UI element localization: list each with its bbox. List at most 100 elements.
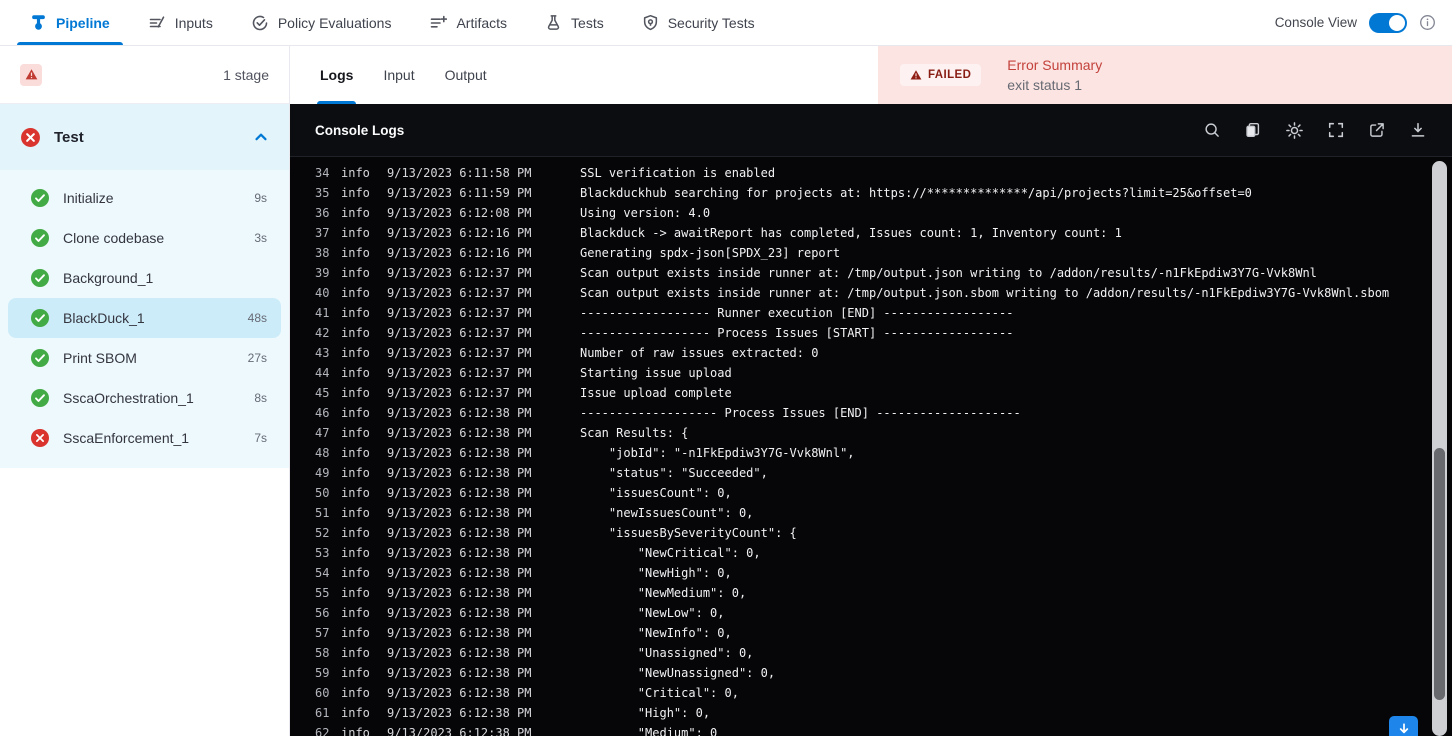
log-line: 54 info 9/13/2023 6:12:38 PM "NewHigh": 0,: [290, 563, 1452, 583]
settings-gear-icon[interactable]: [1285, 121, 1304, 140]
error-summary-title: Error Summary: [1007, 57, 1103, 73]
log-level: info: [341, 166, 370, 180]
log-message: "jobId": "-n1FkEpdiw3Y7G-Vvk8Wnl",: [580, 446, 855, 460]
log-line-number: 36: [315, 206, 330, 220]
tab-pipeline[interactable]: Pipeline: [17, 0, 123, 45]
log-timestamp: 9/13/2023 6:12:38 PM: [387, 646, 532, 660]
chevron-up-icon[interactable]: [253, 129, 269, 145]
log-line: 60 info 9/13/2023 6:12:38 PM "Critical": 0…: [290, 683, 1452, 703]
fullscreen-icon[interactable]: [1327, 121, 1345, 139]
tab-security-tests[interactable]: Security Tests: [642, 0, 755, 45]
tab-input[interactable]: Input: [383, 46, 414, 104]
tab-artifacts[interactable]: Artifacts: [429, 0, 507, 45]
log-message: ------------------ Process Issues [START…: [580, 326, 1014, 340]
stage-summary-row[interactable]: 1 stage: [0, 46, 289, 104]
log-level: info: [341, 566, 370, 580]
log-line: 38 info 9/13/2023 6:12:16 PM Generating spd…: [290, 243, 1452, 263]
log-message: Starting issue upload: [580, 366, 732, 380]
top-nav: Pipeline Inputs Policy Evaluations Artif…: [0, 0, 1452, 46]
log-line-number: 46: [315, 406, 330, 420]
log-line-number: 55: [315, 586, 330, 600]
log-level: info: [341, 426, 370, 440]
log-level: info: [341, 626, 370, 640]
log-line: 61 info 9/13/2023 6:12:38 PM "High": 0,: [290, 703, 1452, 723]
log-timestamp: 9/13/2023 6:12:37 PM: [387, 286, 532, 300]
log-timestamp: 9/13/2023 6:12:08 PM: [387, 206, 532, 220]
log-line: 59 info 9/13/2023 6:12:38 PM "NewUnassigne…: [290, 663, 1452, 683]
log-line-number: 61: [315, 706, 330, 720]
log-message: ------------------- Process Issues [END]…: [580, 406, 1021, 420]
log-line-number: 35: [315, 186, 330, 200]
log-line-number: 53: [315, 546, 330, 560]
failed-x-icon: [20, 127, 41, 148]
log-line: 57 info 9/13/2023 6:12:38 PM "NewInfo": 0,: [290, 623, 1452, 643]
log-message: Scan output exists inside runner at: /tm…: [580, 266, 1317, 280]
log-message: "NewUnassigned": 0,: [580, 666, 776, 680]
copy-icon[interactable]: [1244, 121, 1262, 139]
step-duration: 9s: [254, 191, 267, 205]
open-in-new-icon[interactable]: [1368, 121, 1386, 139]
log-level: info: [341, 246, 370, 260]
tab-logs[interactable]: Logs: [316, 46, 357, 104]
log-line-number: 41: [315, 306, 330, 320]
tab-inputs[interactable]: Inputs: [148, 0, 213, 45]
log-timestamp: 9/13/2023 6:11:58 PM: [387, 166, 532, 180]
error-summary-texts: Error Summary exit status 1: [1007, 55, 1102, 95]
log-timestamp: 9/13/2023 6:12:37 PM: [387, 366, 532, 380]
step-item-print-sbom[interactable]: Print SBOM 27s: [8, 338, 281, 378]
log-level: info: [341, 706, 370, 720]
log-line: 35 info 9/13/2023 6:11:59 PM Blackduckhub s…: [290, 183, 1452, 203]
log-message: Scan output exists inside runner at: /tm…: [580, 286, 1390, 300]
log-line-number: 48: [315, 446, 330, 460]
log-level: info: [341, 686, 370, 700]
log-line-number: 58: [315, 646, 330, 660]
step-item-background-1[interactable]: Background_1: [8, 258, 281, 298]
artifacts-icon: [429, 14, 448, 32]
log-line-number: 40: [315, 286, 330, 300]
log-level: info: [341, 406, 370, 420]
console-view-label: Console View: [1274, 15, 1357, 30]
security-tests-icon: [642, 14, 659, 31]
tab-tests[interactable]: Tests: [545, 0, 604, 45]
log-timestamp: 9/13/2023 6:12:16 PM: [387, 226, 532, 240]
log-level: info: [341, 666, 370, 680]
log-message: "NewInfo": 0,: [580, 626, 732, 640]
log-message: Number of raw issues extracted: 0: [580, 346, 819, 360]
log-line: 45 info 9/13/2023 6:12:37 PM Issue upload c…: [290, 383, 1452, 403]
console-view-toggle[interactable]: [1369, 12, 1407, 33]
log-line: 44 info 9/13/2023 6:12:37 PM Starting issue…: [290, 363, 1452, 383]
log-timestamp: 9/13/2023 6:12:16 PM: [387, 246, 532, 260]
info-icon[interactable]: [1419, 14, 1436, 31]
scroll-to-bottom-button[interactable]: [1389, 716, 1418, 736]
step-duration: 27s: [247, 351, 267, 365]
tab-output[interactable]: Output: [445, 46, 487, 104]
step-item-sscaorchestration-1[interactable]: SscaOrchestration_1 8s: [8, 378, 281, 418]
step-item-blackduck-1[interactable]: BlackDuck_1 48s: [8, 298, 281, 338]
log-level: info: [341, 726, 370, 736]
console-log-viewport: 34 info 9/13/2023 6:11:58 PM SSL verificati…: [290, 157, 1452, 736]
stage-header-test[interactable]: Test: [0, 104, 289, 170]
step-item-sscaenforcement-1[interactable]: SscaEnforcement_1 7s: [8, 418, 281, 458]
log-line-number: 49: [315, 466, 330, 480]
log-timestamp: 9/13/2023 6:12:38 PM: [387, 466, 532, 480]
log-line-number: 54: [315, 566, 330, 580]
log-scrollbar-track[interactable]: [1432, 161, 1447, 736]
tab-policy-evaluations[interactable]: Policy Evaluations: [251, 0, 391, 45]
log-level: info: [341, 266, 370, 280]
log-level: info: [341, 546, 370, 560]
log-message: "High": 0,: [580, 706, 711, 720]
log-level: info: [341, 206, 370, 220]
step-item-initialize[interactable]: Initialize 9s: [8, 178, 281, 218]
search-icon[interactable]: [1203, 121, 1221, 139]
log-scrollbar-thumb[interactable]: [1434, 448, 1445, 700]
step-label: BlackDuck_1: [63, 310, 145, 326]
log-level: info: [341, 226, 370, 240]
console-logs-title: Console Logs: [315, 122, 405, 138]
log-message: Issue upload complete: [580, 386, 732, 400]
log-level: info: [341, 346, 370, 360]
log-message: "Unassigned": 0,: [580, 646, 754, 660]
log-timestamp: 9/13/2023 6:12:38 PM: [387, 526, 532, 540]
success-check-icon: [30, 188, 50, 208]
step-item-clone-codebase[interactable]: Clone codebase 3s: [8, 218, 281, 258]
download-icon[interactable]: [1409, 121, 1427, 139]
